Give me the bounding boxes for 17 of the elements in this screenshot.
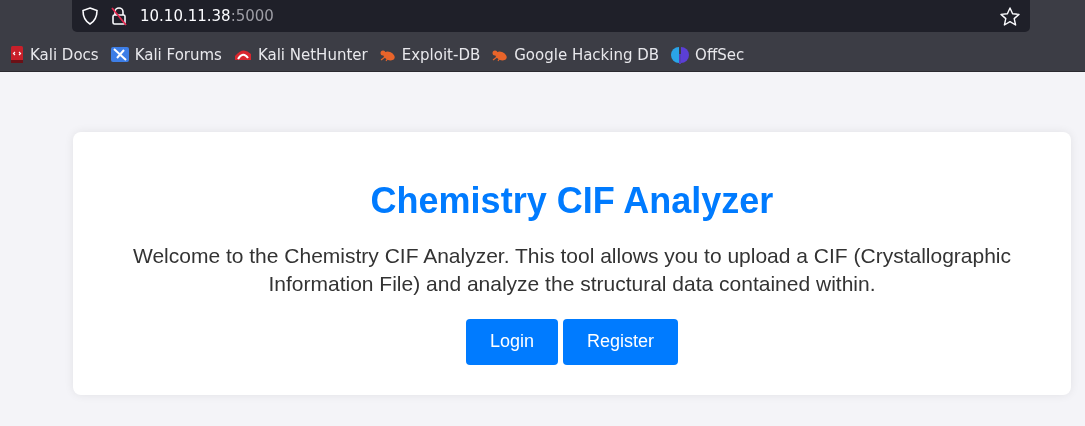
intro-text: Welcome to the Chemistry CIF Analyzer. This tool allows you to upload a CIF (Crystallographic Information File) and analyze the structural data contained within. (131, 243, 1013, 297)
page-title: Chemistry CIF Analyzer (369, 180, 775, 222)
shield-icon (82, 7, 98, 25)
insecure-lock-icon (110, 6, 128, 26)
star-icon[interactable] (1000, 6, 1020, 26)
bookmark[interactable]: Exploit-DB (379, 45, 481, 64)
action-button[interactable]: Login (465, 318, 558, 365)
offsec-logo-icon (671, 45, 690, 64)
url-text: 10.10.11.38:5000 (140, 7, 274, 25)
bookmark[interactable]: OffSec (671, 45, 745, 64)
bookmark[interactable]: Kali NetHunter (233, 45, 368, 64)
book-icon (10, 46, 24, 63)
address-bar[interactable]: 10.10.11.38:5000 (72, 0, 1030, 32)
action-button[interactable]: Register (563, 318, 679, 365)
bookmark[interactable]: Kali Forums (110, 45, 222, 64)
bookmark[interactable]: Kali Docs (10, 45, 99, 64)
bookmark[interactable]: Google Hacking DB (492, 45, 660, 64)
